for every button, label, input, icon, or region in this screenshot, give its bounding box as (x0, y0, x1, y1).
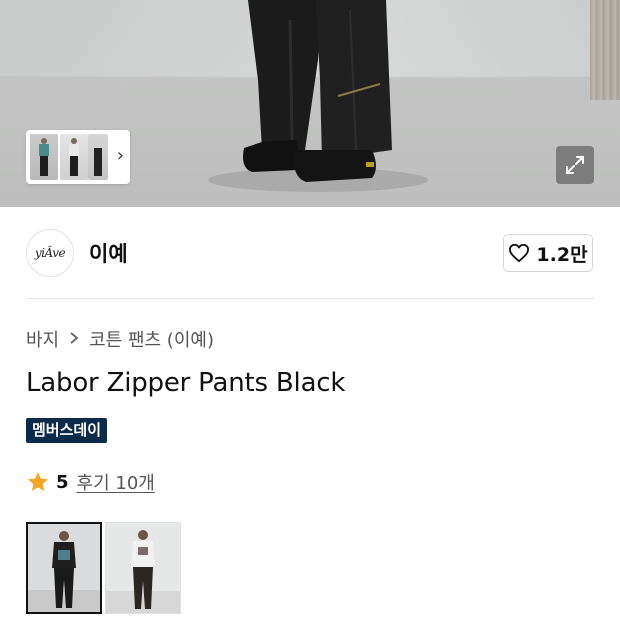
gallery-thumb-3[interactable] (88, 134, 108, 180)
rating-row: 5 후기 10개 (26, 469, 155, 495)
review-count-link[interactable]: 후기 10개 (77, 469, 155, 495)
breadcrumb-item-subcategory[interactable]: 코튼 팬츠 (이예) (89, 326, 214, 352)
heart-outline-icon (509, 243, 530, 263)
section-divider (26, 298, 594, 299)
color-option-thumb-1[interactable] (26, 522, 102, 614)
star-icon (28, 472, 48, 491)
gallery-thumb-2[interactable] (60, 134, 88, 180)
breadcrumb: 바지 코튼 팬츠 (이예) (26, 326, 214, 352)
gallery-thumbnail-strip[interactable]: › (26, 130, 130, 184)
like-button[interactable]: 1.2만 (503, 234, 593, 272)
product-hero-image[interactable]: › (0, 0, 620, 207)
expand-image-button[interactable] (556, 146, 594, 184)
product-title: Labor Zipper Pants Black (26, 368, 346, 398)
promo-badge: 멤버스데이 (26, 418, 108, 443)
brand-name[interactable]: 이예 (89, 238, 128, 268)
gallery-thumb-1[interactable] (30, 134, 58, 180)
chevron-right-icon (69, 330, 79, 349)
brand-logo-text: yiÂve (34, 246, 66, 260)
chevron-right-icon[interactable]: › (117, 147, 124, 165)
brand-logo[interactable]: yiÂve (26, 229, 74, 277)
expand-arrows-icon (566, 156, 584, 174)
rating-value: 5 (56, 471, 69, 493)
breadcrumb-item-category[interactable]: 바지 (26, 326, 59, 352)
color-option-thumb-2[interactable] (105, 522, 181, 614)
like-count: 1.2만 (536, 243, 588, 266)
